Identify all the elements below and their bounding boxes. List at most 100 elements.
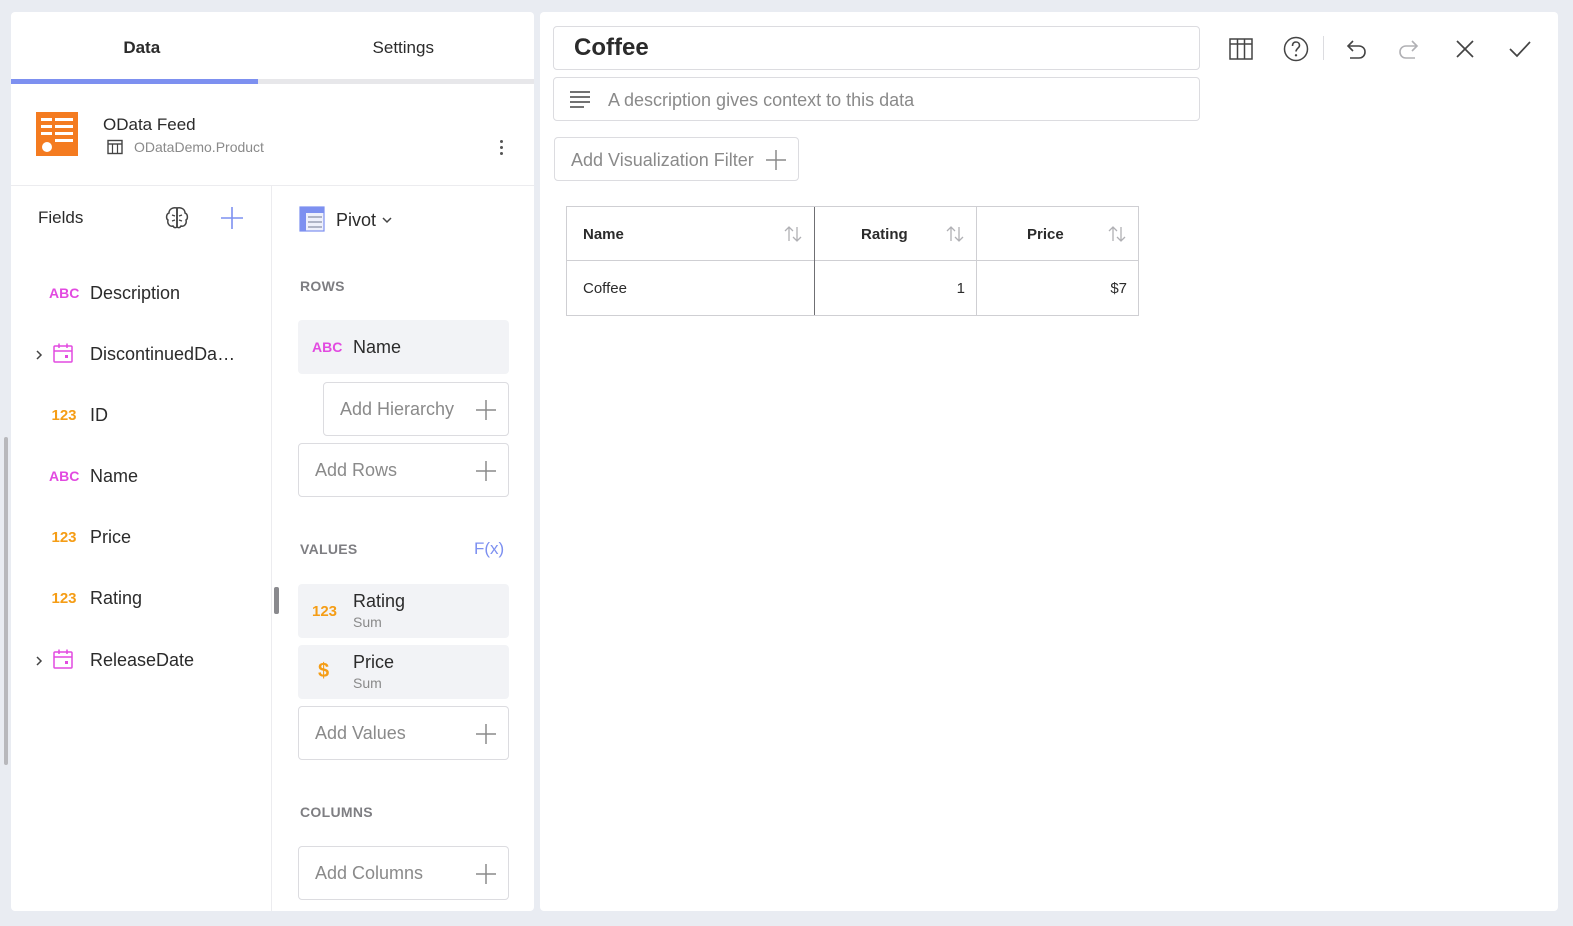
text-type-icon: ABC bbox=[49, 285, 80, 301]
field-item-discontinued-date[interactable]: DiscontinuedDa… bbox=[11, 335, 261, 375]
description-input[interactable]: A description gives context to this data bbox=[553, 77, 1200, 121]
fields-list-panel: Fields ABC Description DiscontinuedDa… 1… bbox=[11, 186, 272, 911]
field-item-id[interactable]: 123 ID bbox=[11, 396, 261, 436]
column-divider bbox=[976, 207, 977, 315]
plus-icon bbox=[476, 461, 496, 481]
add-values-label: Add Values bbox=[315, 723, 406, 743]
more-options-icon[interactable] bbox=[495, 136, 509, 160]
chip-field-name: Name bbox=[353, 337, 402, 357]
chip-aggregation: Sum bbox=[353, 614, 382, 630]
cell-value: 1 bbox=[956, 280, 965, 297]
toolbar-separator bbox=[1323, 36, 1324, 60]
check-icon[interactable] bbox=[1506, 35, 1534, 63]
header-label: Rating bbox=[861, 226, 908, 243]
pivot-config-panel: Pivot ROWS ABC Name Add Hierarchy Add Ro… bbox=[273, 186, 534, 911]
pivot-grid: Name Rating Price Coffee 1 $7 bbox=[566, 206, 1139, 316]
add-hierarchy-button[interactable]: Add Hierarchy bbox=[323, 382, 509, 436]
field-label: ReleaseDate bbox=[90, 650, 195, 670]
field-item-name[interactable]: ABC Name bbox=[11, 457, 261, 497]
help-icon[interactable] bbox=[1282, 35, 1310, 63]
panel-tabs: Data Settings bbox=[11, 12, 534, 84]
visualization-editor: Coffee A description gives context to th… bbox=[540, 12, 1558, 911]
tab-data[interactable]: Data bbox=[11, 12, 273, 84]
text-type-icon: ABC bbox=[49, 468, 80, 484]
add-rows-button[interactable]: Add Rows bbox=[298, 443, 509, 497]
column-divider bbox=[814, 207, 815, 315]
data-panel: Data Settings OData Feed ODataDemo.Produ… bbox=[11, 12, 534, 911]
field-label: DiscontinuedDa… bbox=[90, 344, 236, 364]
data-source-entity: ODataDemo.Product bbox=[134, 139, 264, 155]
plus-icon bbox=[476, 864, 496, 884]
data-source-header: OData Feed ODataDemo.Product bbox=[11, 84, 534, 186]
values-chip-rating[interactable]: 123 Rating Sum bbox=[298, 584, 509, 638]
calendar-icon bbox=[53, 343, 73, 363]
sort-icon[interactable] bbox=[1107, 223, 1127, 245]
grid-view-icon[interactable] bbox=[1227, 35, 1255, 63]
add-columns-label: Add Columns bbox=[315, 863, 424, 883]
text-type-icon: ABC bbox=[312, 339, 343, 355]
pivot-table-icon bbox=[299, 206, 325, 232]
visualization-title-input[interactable]: Coffee bbox=[553, 26, 1200, 70]
column-header-price[interactable]: Price bbox=[977, 207, 1138, 261]
cell-value: Coffee bbox=[583, 280, 627, 297]
table-cell-name[interactable]: Coffee bbox=[567, 261, 815, 315]
column-header-name[interactable]: Name bbox=[567, 207, 815, 261]
plus-icon bbox=[766, 150, 786, 170]
cell-value: $7 bbox=[1110, 280, 1127, 297]
header-label: Price bbox=[1027, 226, 1064, 243]
add-hierarchy-label: Add Hierarchy bbox=[340, 399, 455, 419]
field-label: Description bbox=[90, 283, 181, 303]
table-cell-rating[interactable]: 1 bbox=[815, 261, 977, 315]
plus-icon bbox=[476, 724, 496, 744]
chevron-right-icon[interactable] bbox=[33, 347, 45, 363]
field-item-description[interactable]: ABC Description bbox=[11, 274, 261, 314]
add-visualization-filter-button[interactable]: Add Visualization Filter bbox=[554, 137, 799, 181]
currency-type-icon: $ bbox=[318, 660, 330, 682]
chevron-down-icon[interactable] bbox=[381, 214, 393, 226]
field-label: Price bbox=[90, 527, 132, 547]
fields-title: Fields bbox=[38, 208, 84, 227]
field-label: ID bbox=[90, 405, 108, 425]
chip-field-name: Price bbox=[353, 652, 395, 672]
add-field-plus-icon[interactable] bbox=[219, 205, 245, 231]
number-type-icon: 123 bbox=[312, 603, 338, 620]
data-source-title: OData Feed bbox=[103, 115, 196, 134]
tab-settings[interactable]: Settings bbox=[273, 12, 535, 84]
fields-scrollbar[interactable] bbox=[4, 437, 8, 765]
table-icon bbox=[107, 139, 123, 155]
rows-section-title: ROWS bbox=[300, 278, 345, 294]
description-placeholder: A description gives context to this data bbox=[608, 90, 915, 110]
close-icon[interactable] bbox=[1451, 35, 1479, 63]
number-type-icon: 123 bbox=[51, 407, 77, 424]
formula-button[interactable]: F(x) bbox=[474, 539, 504, 559]
number-type-icon: 123 bbox=[51, 590, 77, 607]
table-cell-price[interactable]: $7 bbox=[977, 261, 1138, 315]
add-filter-label: Add Visualization Filter bbox=[571, 150, 754, 170]
add-columns-button[interactable]: Add Columns bbox=[298, 846, 509, 900]
chip-aggregation: Sum bbox=[353, 675, 382, 691]
brain-icon[interactable] bbox=[163, 204, 191, 232]
column-header-rating[interactable]: Rating bbox=[815, 207, 977, 261]
visualization-type-selector[interactable]: Pivot bbox=[336, 210, 376, 231]
values-chip-price[interactable]: $ Price Sum bbox=[298, 645, 509, 699]
field-label: Name bbox=[90, 466, 139, 486]
chevron-right-icon[interactable] bbox=[33, 653, 45, 669]
number-type-icon: 123 bbox=[51, 529, 77, 546]
panel-resize-handle[interactable] bbox=[274, 587, 279, 614]
calendar-icon bbox=[53, 649, 73, 669]
values-section-title: VALUES bbox=[300, 541, 358, 557]
field-item-release-date[interactable]: ReleaseDate bbox=[11, 641, 261, 681]
add-values-button[interactable]: Add Values bbox=[298, 706, 509, 760]
add-rows-label: Add Rows bbox=[315, 460, 398, 480]
rows-chip-name[interactable]: ABC Name bbox=[298, 320, 509, 374]
field-item-rating[interactable]: 123 Rating bbox=[11, 579, 261, 619]
sort-icon[interactable] bbox=[945, 223, 965, 245]
undo-icon[interactable] bbox=[1341, 35, 1369, 63]
chip-field-name: Rating bbox=[353, 591, 406, 611]
plus-icon bbox=[476, 400, 496, 420]
sort-icon[interactable] bbox=[783, 223, 803, 245]
field-label: Rating bbox=[90, 588, 143, 608]
field-item-price[interactable]: 123 Price bbox=[11, 518, 261, 558]
odata-feed-icon bbox=[36, 112, 78, 156]
redo-icon[interactable] bbox=[1396, 35, 1424, 63]
